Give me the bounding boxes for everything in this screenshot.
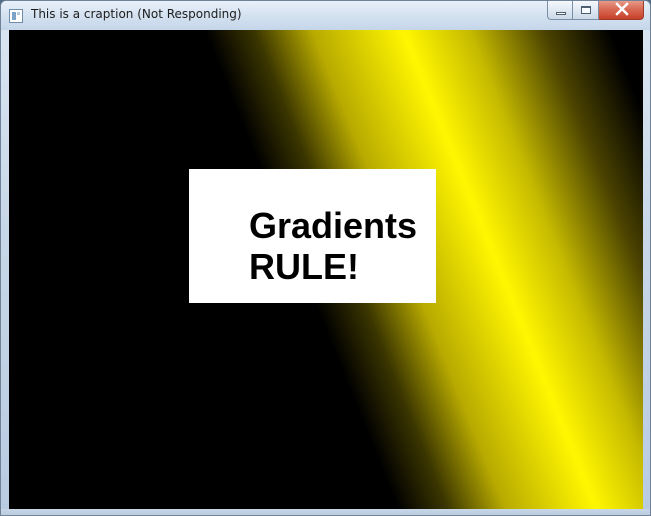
application-icon — [9, 9, 23, 23]
title-bar[interactable]: This is a craption (Not Responding) — [1, 1, 650, 30]
minimize-button[interactable] — [547, 1, 573, 20]
application-window: This is a craption (Not Responding) Grad… — [0, 0, 651, 516]
maximize-icon — [581, 6, 591, 14]
message-line-gradients: Gradients — [249, 205, 418, 246]
minimize-icon — [556, 12, 566, 15]
window-bottom-border — [1, 509, 650, 515]
gradient-canvas: Gradients RULE! — [9, 30, 643, 509]
window-title: This is a craption (Not Responding) — [31, 7, 242, 21]
message-text: Gradients RULE! — [249, 205, 417, 287]
close-icon — [615, 2, 629, 16]
window-controls — [547, 1, 644, 21]
message-panel: Gradients RULE! — [189, 169, 436, 303]
maximize-button[interactable] — [573, 1, 599, 20]
message-line-rule: RULE! — [249, 246, 359, 288]
close-button[interactable] — [599, 1, 644, 20]
